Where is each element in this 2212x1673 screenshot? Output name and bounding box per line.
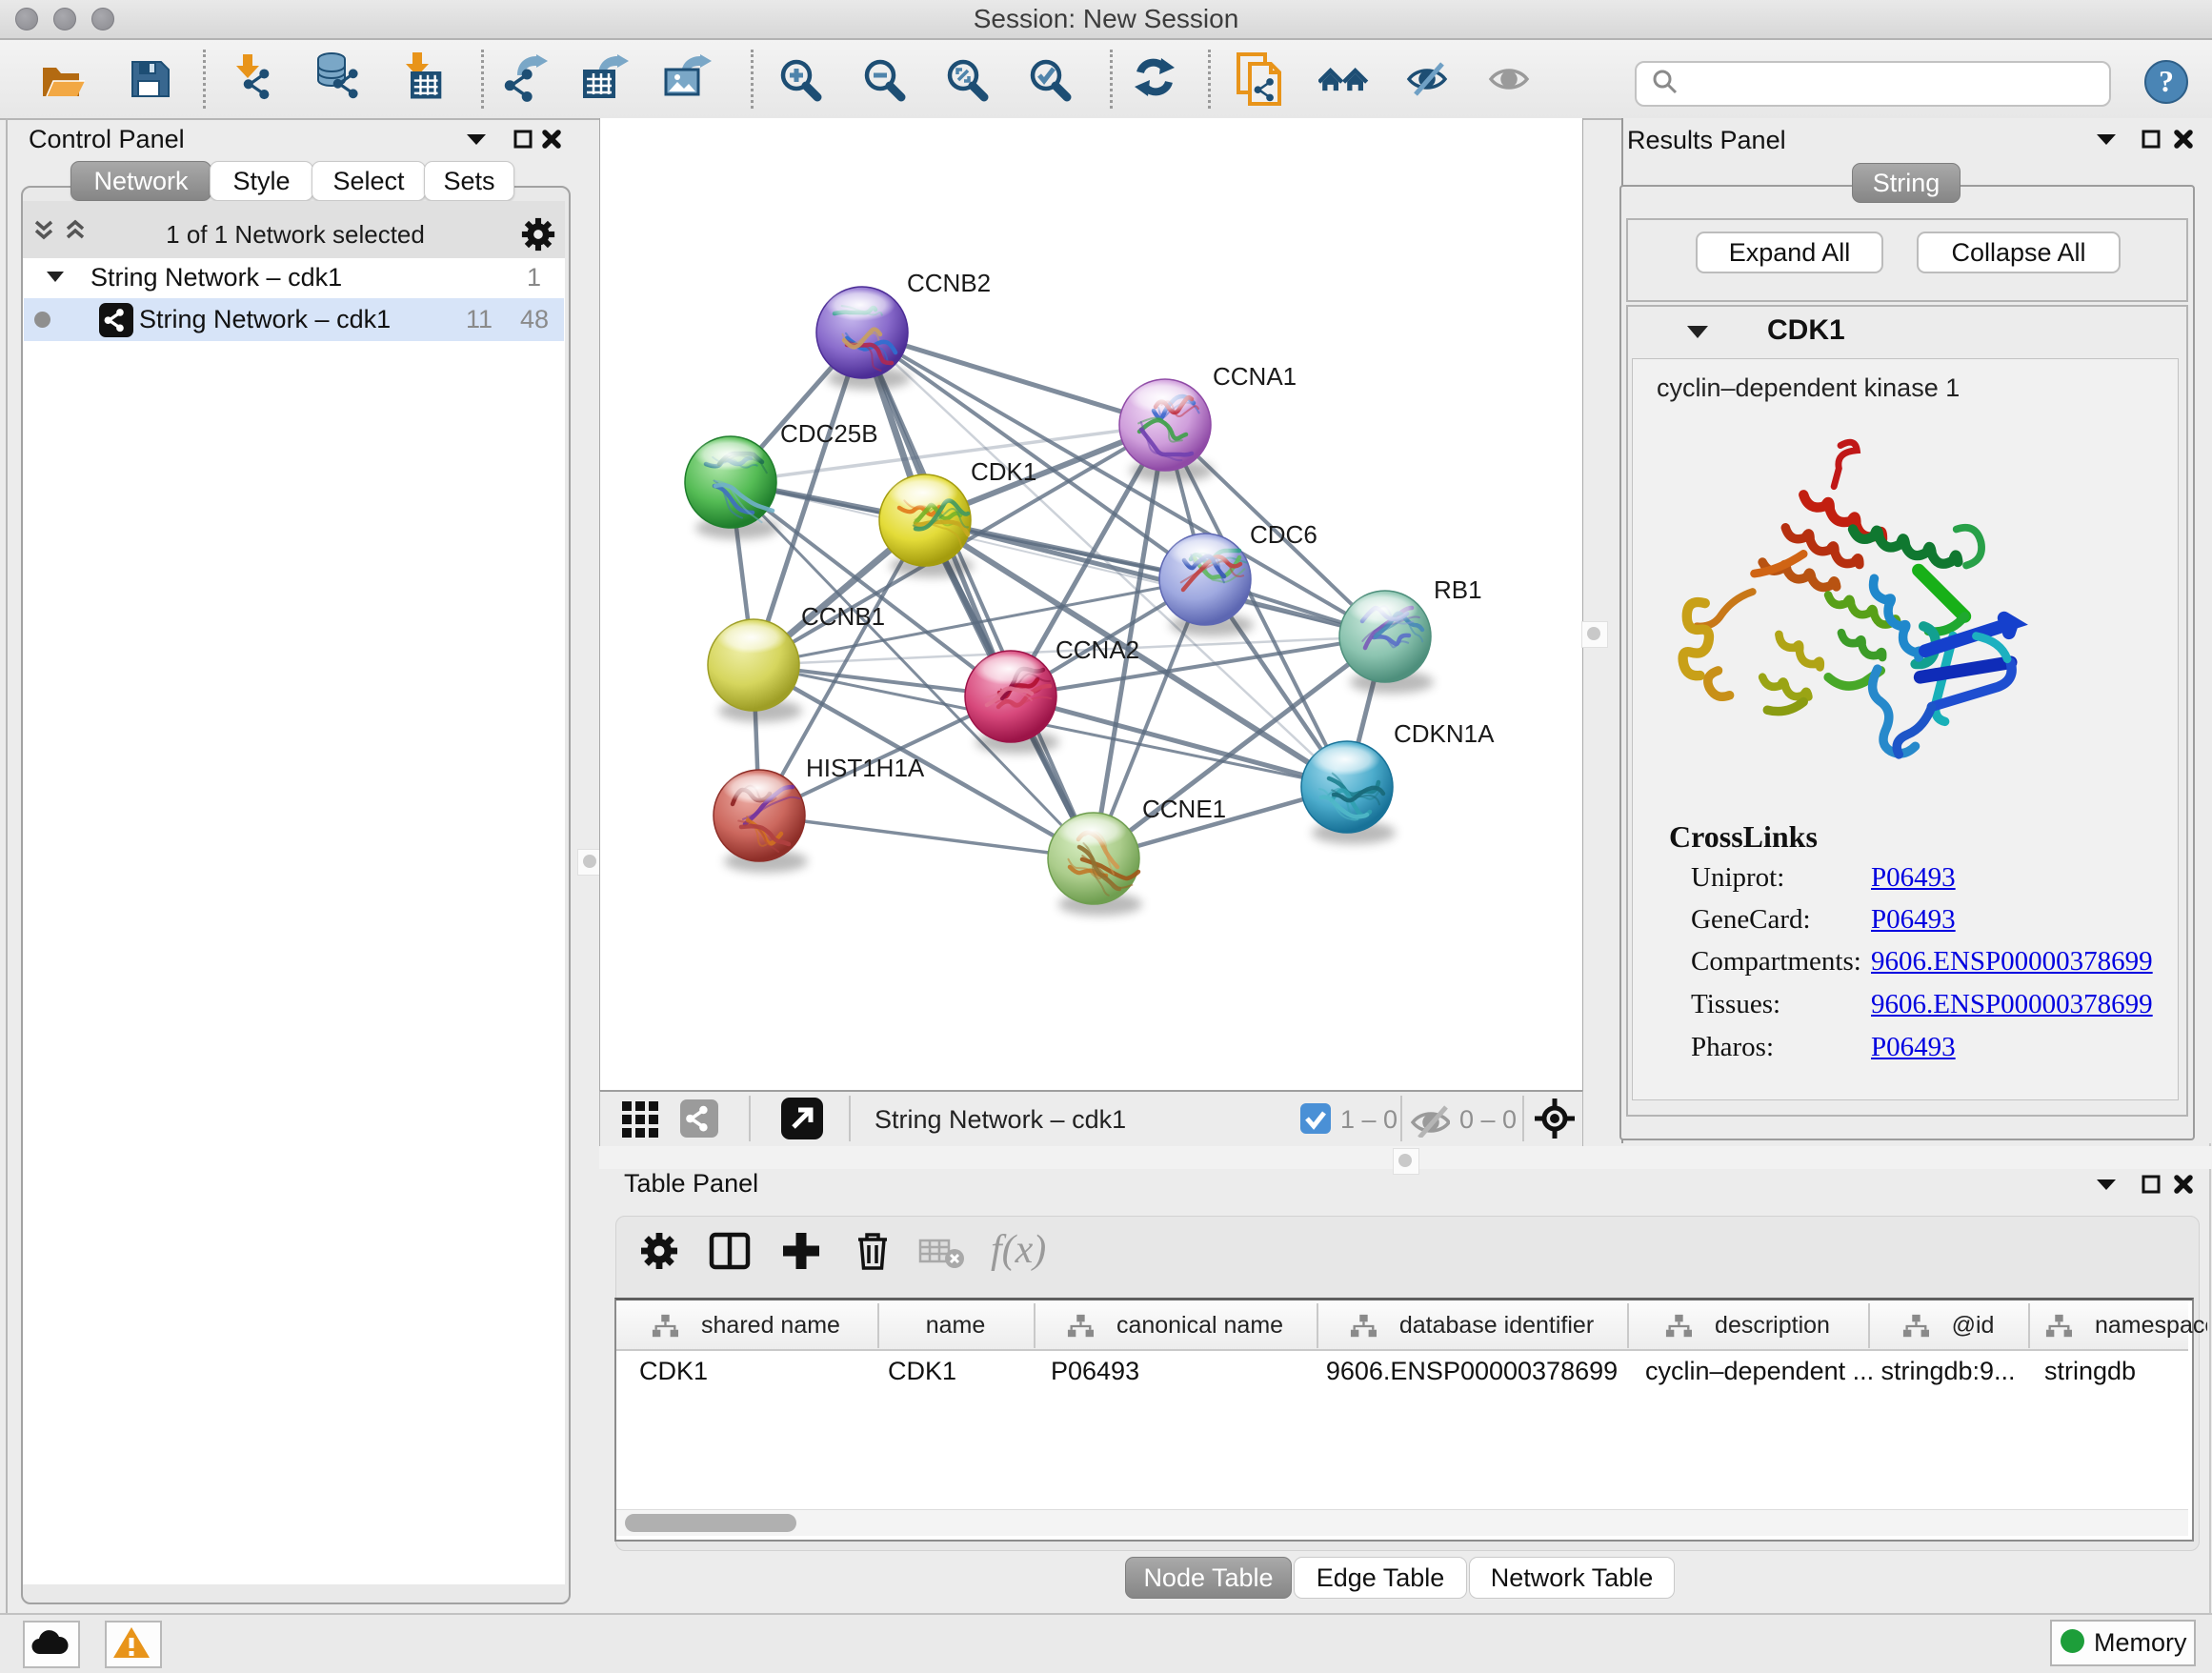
svg-text:RB1: RB1 (1434, 575, 1482, 604)
svg-text:CCNB1: CCNB1 (801, 602, 885, 631)
svg-text:CCNE1: CCNE1 (1142, 795, 1226, 823)
svg-text:CDC6: CDC6 (1250, 520, 1317, 549)
svg-text:CCNA2: CCNA2 (1056, 635, 1139, 664)
svg-text:CCNB2: CCNB2 (907, 269, 991, 297)
svg-text:CDC25B: CDC25B (780, 419, 878, 448)
svg-text:CDK1: CDK1 (971, 457, 1036, 486)
svg-text:?: ? (2159, 64, 2174, 98)
svg-text:CCNA1: CCNA1 (1213, 362, 1297, 391)
svg-text:HIST1H1A: HIST1H1A (806, 754, 925, 782)
svg-text:CDKN1A: CDKN1A (1394, 719, 1495, 748)
